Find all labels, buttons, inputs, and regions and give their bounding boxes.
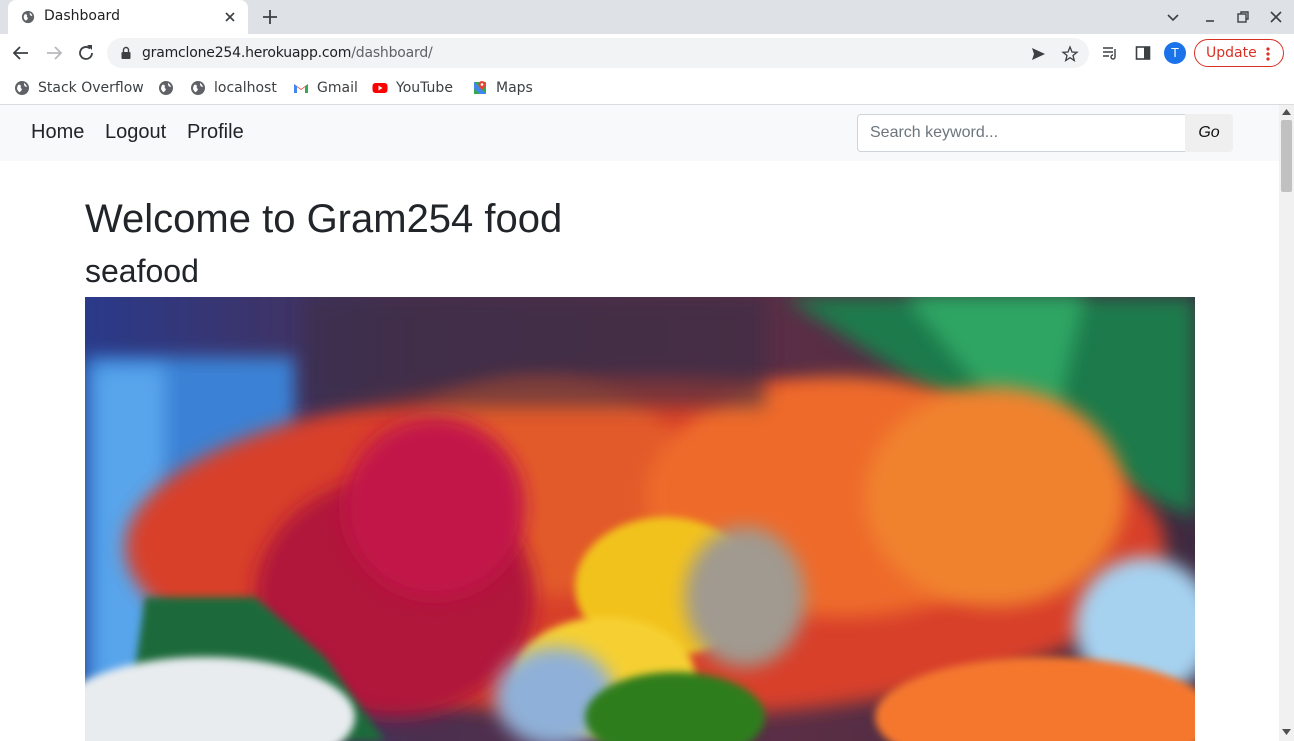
new-tab-icon[interactable] bbox=[259, 6, 281, 28]
side-panel-icon[interactable] bbox=[1134, 44, 1152, 62]
lock-icon[interactable] bbox=[119, 46, 133, 60]
tab-title: Dashboard bbox=[44, 8, 120, 24]
tab-strip: Dashboard bbox=[0, 0, 1294, 34]
address-bar[interactable]: gramclone254.herokuapp.com/dashboard/ bbox=[107, 38, 1089, 68]
bookmark-localhost[interactable]: localhost bbox=[190, 78, 277, 98]
profile-avatar[interactable]: T bbox=[1164, 42, 1186, 64]
close-tab-icon[interactable] bbox=[221, 8, 239, 26]
minimize-icon[interactable] bbox=[1200, 7, 1220, 27]
site-navbar: Home Logout Profile Go bbox=[0, 105, 1279, 161]
url-text[interactable]: gramclone254.herokuapp.com/dashboard/ bbox=[142, 45, 433, 61]
url-host: gramclone254.herokuapp.com bbox=[142, 45, 352, 61]
restore-icon[interactable] bbox=[1233, 7, 1253, 27]
send-tab-icon[interactable] bbox=[1029, 45, 1047, 63]
nav-profile-link[interactable]: Profile bbox=[187, 121, 244, 144]
globe-icon bbox=[191, 81, 205, 95]
bookmark-maps[interactable]: Maps bbox=[472, 78, 533, 98]
page-viewport: Home Logout Profile Go Welcome to Gram25… bbox=[0, 105, 1279, 741]
scrollbar-thumb[interactable] bbox=[1281, 120, 1292, 192]
back-arrow-icon[interactable] bbox=[10, 42, 32, 64]
nav-home-link[interactable]: Home bbox=[31, 121, 84, 144]
scroll-down-arrow-icon[interactable] bbox=[1282, 729, 1291, 735]
globe-icon bbox=[21, 10, 35, 24]
more-menu-icon[interactable] bbox=[1265, 46, 1271, 62]
bookmarks-bar: Stack Overflow localhost Gmail YouTube M… bbox=[0, 72, 1294, 105]
forward-arrow-icon[interactable] bbox=[43, 42, 65, 64]
bookmark-star-icon[interactable] bbox=[1061, 45, 1079, 63]
page-title: Welcome to Gram254 food bbox=[85, 197, 563, 241]
category-heading: seafood bbox=[85, 253, 199, 289]
close-window-icon[interactable] bbox=[1266, 7, 1286, 27]
seafood-photo bbox=[85, 297, 1195, 741]
bookmark-label: localhost bbox=[214, 80, 277, 96]
bookmark-youtube[interactable]: YouTube bbox=[372, 78, 453, 98]
bookmark-label: YouTube bbox=[396, 80, 453, 96]
update-button[interactable]: Update bbox=[1194, 39, 1284, 67]
gmail-icon bbox=[294, 84, 308, 93]
url-path: /dashboard/ bbox=[351, 45, 433, 61]
tab-dashboard[interactable]: Dashboard bbox=[8, 0, 248, 34]
bookmark-unnamed[interactable] bbox=[158, 78, 174, 98]
bookmark-label: Gmail bbox=[317, 80, 358, 96]
update-label: Update bbox=[1206, 45, 1257, 61]
reload-icon[interactable] bbox=[75, 42, 97, 64]
bookmark-label: Maps bbox=[496, 80, 533, 96]
bookmark-gmail[interactable]: Gmail bbox=[293, 78, 358, 98]
bookmark-stack-overflow[interactable]: Stack Overflow bbox=[14, 78, 144, 98]
reading-list-icon[interactable] bbox=[1101, 44, 1119, 62]
browser-toolbar: gramclone254.herokuapp.com/dashboard/ T … bbox=[0, 34, 1294, 72]
globe-icon bbox=[15, 81, 29, 95]
search-go-button[interactable]: Go bbox=[1185, 114, 1233, 152]
seafood-image[interactable] bbox=[85, 297, 1195, 741]
scroll-up-arrow-icon[interactable] bbox=[1282, 109, 1291, 115]
tab-search-chevron-icon[interactable] bbox=[1163, 7, 1183, 27]
page-scrollbar[interactable] bbox=[1279, 105, 1294, 741]
bookmark-label: Stack Overflow bbox=[38, 80, 144, 96]
search-input[interactable] bbox=[857, 114, 1186, 152]
maps-icon bbox=[474, 81, 486, 94]
globe-icon bbox=[159, 81, 173, 95]
nav-logout-link[interactable]: Logout bbox=[105, 121, 166, 144]
youtube-icon bbox=[372, 83, 388, 93]
